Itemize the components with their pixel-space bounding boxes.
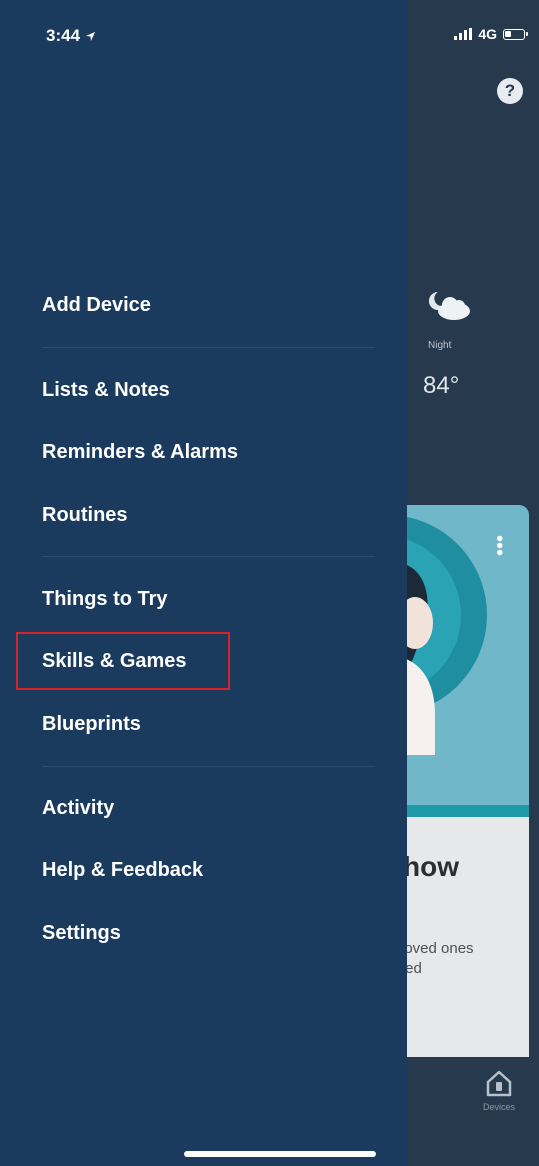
promo-card[interactable]: ••• xyxy=(395,505,529,817)
more-options-icon[interactable]: ••• xyxy=(488,535,510,556)
promo-stripe xyxy=(395,805,529,817)
weather-temperature: 84° xyxy=(423,372,460,399)
menu-item-blueprints[interactable]: Blueprints xyxy=(42,713,141,736)
signal-icon xyxy=(454,28,473,40)
screen: 4G ? Night 84° ••• how loved ones ted De… xyxy=(0,0,539,1166)
weather-label: Night xyxy=(428,340,452,351)
tab-devices-label: Devices xyxy=(482,1102,515,1112)
menu-item-reminders-alarms[interactable]: Reminders & Alarms xyxy=(42,441,238,464)
divider xyxy=(42,556,375,557)
highlight-box xyxy=(16,632,230,690)
battery-icon xyxy=(503,28,528,40)
network-type: 4G xyxy=(478,26,497,42)
menu-item-routines[interactable]: Routines xyxy=(42,504,128,527)
status-bar-right: 4G xyxy=(454,26,528,42)
promo-text: loved ones ted xyxy=(401,939,529,979)
tab-devices[interactable]: Devices xyxy=(464,1068,534,1112)
menu-item-activity[interactable]: Activity xyxy=(42,797,114,820)
navigation-drawer: 3:44 Add Device Lists & Notes Reminders … xyxy=(0,0,407,1166)
location-arrow-icon xyxy=(85,31,96,41)
help-icon[interactable]: ? xyxy=(497,78,523,104)
promo-text-line-1: loved ones xyxy=(401,940,474,957)
partly-cloudy-night-icon xyxy=(428,291,470,320)
menu-item-things-to-try[interactable]: Things to Try xyxy=(42,588,168,611)
divider xyxy=(42,766,375,767)
menu-item-settings[interactable]: Settings xyxy=(42,922,121,945)
home-indicator[interactable] xyxy=(184,1151,376,1157)
menu-item-add-device[interactable]: Add Device xyxy=(42,294,151,317)
clock: 3:44 xyxy=(46,26,81,45)
menu-item-help-feedback[interactable]: Help & Feedback xyxy=(42,859,203,882)
menu-item-lists-notes[interactable]: Lists & Notes xyxy=(42,379,170,402)
promo-card-body: how loved ones ted xyxy=(395,817,529,1057)
divider xyxy=(42,347,375,348)
devices-icon xyxy=(486,1070,512,1097)
promo-heading: how xyxy=(403,851,459,882)
status-bar-time: 3:44 xyxy=(46,26,96,46)
